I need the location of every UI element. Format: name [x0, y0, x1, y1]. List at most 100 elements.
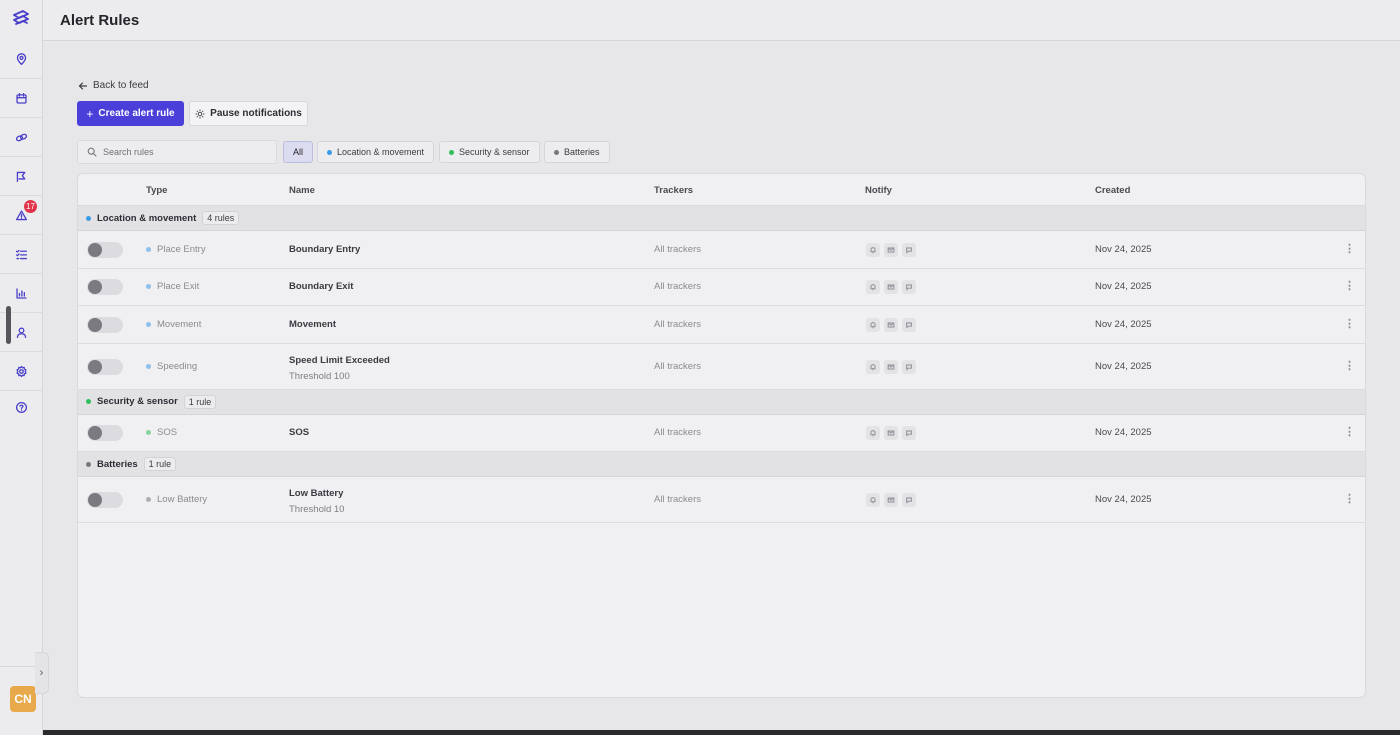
mail-icon [887, 284, 895, 290]
alert-rules-table: Type Name Trackers Notify Created Locati… [77, 173, 1366, 698]
search-input[interactable] [103, 147, 263, 157]
table-row[interactable]: Movement Movement All trackers Nov 24, 2025… [78, 306, 1365, 344]
notify-push[interactable] [866, 317, 880, 332]
rule-notify-channels [866, 317, 916, 332]
rule-notify-channels [866, 493, 916, 507]
rule-notify-channels [866, 426, 916, 441]
rule-notify-channels [866, 359, 916, 374]
notify-push[interactable] [866, 359, 880, 374]
row-more-menu-icon[interactable]: ⋮ [1344, 492, 1355, 505]
rule-name[interactable]: SOS [289, 427, 309, 438]
sidebar-collapse-button[interactable]: › [35, 652, 49, 694]
rule-enabled-toggle[interactable] [87, 279, 123, 296]
notify-email[interactable] [884, 359, 898, 374]
rule-enabled-toggle[interactable] [87, 241, 123, 258]
route-icon [16, 171, 26, 183]
rule-trackers: All trackers [654, 281, 701, 293]
filter-security-sensor[interactable]: Security & sensor [439, 141, 540, 163]
rule-name[interactable]: Movement [289, 319, 336, 330]
app-logo-icon[interactable] [9, 8, 33, 30]
notify-push[interactable] [866, 493, 880, 507]
chat-icon [906, 497, 912, 504]
filter-all[interactable]: All [283, 141, 314, 163]
bar-chart-icon [16, 288, 27, 299]
toggle-knob [88, 280, 102, 295]
toggle-knob [88, 242, 102, 257]
rule-type: Place Exit [146, 281, 199, 292]
row-more-menu-icon[interactable]: ⋮ [1344, 359, 1355, 372]
nav-tasks[interactable] [0, 236, 43, 274]
column-header-trackers[interactable]: Trackers [654, 185, 693, 196]
notify-sms[interactable] [902, 317, 916, 332]
rule-name-label: SOS [289, 427, 310, 439]
rule-type-label: Speeding [157, 360, 198, 372]
column-header-name[interactable]: Name [289, 185, 315, 196]
pause-notifications-button[interactable]: Pause notifications [189, 101, 308, 126]
search-box[interactable] [77, 140, 277, 164]
nav-help[interactable] [0, 388, 43, 426]
nav-alerts[interactable]: 17 [0, 197, 43, 235]
filter-batteries[interactable]: Batteries [544, 141, 610, 163]
nav-calendar[interactable] [0, 80, 43, 118]
notify-push[interactable] [866, 426, 880, 441]
rule-enabled-toggle[interactable] [87, 425, 123, 442]
table-row[interactable]: Place Entry Boundary Entry All trackers Nov… [78, 231, 1365, 269]
rule-name[interactable]: Low Battery Threshold 10 [289, 488, 344, 515]
notify-sms[interactable] [902, 280, 916, 295]
back-to-feed-link[interactable]: Back to feed [78, 80, 149, 91]
notify-email[interactable] [884, 280, 898, 295]
mail-icon [887, 497, 895, 503]
notify-email[interactable] [884, 426, 898, 441]
row-more-menu-icon[interactable]: ⋮ [1344, 425, 1355, 438]
page-title: Alert Rules [60, 12, 140, 29]
column-header-type[interactable]: Type [146, 185, 167, 196]
avatar[interactable]: CN [10, 686, 36, 712]
bell-icon [870, 321, 876, 329]
table-row[interactable]: SOS SOS All trackers Nov 24, 2025 ⋮ [78, 415, 1365, 452]
rule-enabled-toggle[interactable] [87, 492, 123, 508]
create-alert-rule-button[interactable]: + Create alert rule [77, 101, 184, 126]
filter-location-movement[interactable]: Location & movement [317, 141, 435, 163]
notify-sms[interactable] [902, 242, 916, 257]
rule-name[interactable]: Speed Limit Exceeded Threshold 100 [289, 355, 390, 382]
row-more-menu-icon[interactable]: ⋮ [1344, 242, 1355, 255]
rule-type: Movement [146, 319, 201, 330]
rule-name[interactable]: Boundary Entry [289, 244, 360, 255]
notify-sms[interactable] [902, 359, 916, 374]
notify-email[interactable] [884, 317, 898, 332]
table-row[interactable]: Speeding Speed Limit Exceeded Threshold 10… [78, 344, 1365, 390]
mail-icon [887, 247, 895, 253]
table-row[interactable]: Low Battery Low Battery Threshold 10 All tr… [78, 477, 1365, 523]
filter-security-label: Security & sensor [459, 147, 530, 157]
rule-type-label: Movement [157, 318, 202, 330]
rule-created-date: Nov 24, 2025 [1095, 427, 1152, 439]
rule-enabled-toggle[interactable] [87, 358, 123, 375]
nav-links[interactable] [0, 119, 43, 157]
user-icon [16, 327, 27, 339]
rule-type: Speeding [146, 361, 197, 372]
rule-name[interactable]: Boundary Exit [289, 281, 353, 292]
rule-enabled-toggle[interactable] [87, 316, 123, 333]
notify-sms[interactable] [902, 493, 916, 507]
notify-push[interactable] [866, 280, 880, 295]
column-header-created[interactable]: Created [1095, 185, 1130, 196]
notify-email[interactable] [884, 242, 898, 257]
nav-routes[interactable] [0, 158, 43, 196]
notify-push[interactable] [866, 242, 880, 257]
rule-created-date: Nov 24, 2025 [1095, 494, 1152, 505]
row-more-menu-icon[interactable]: ⋮ [1344, 279, 1355, 292]
notify-email[interactable] [884, 493, 898, 507]
notify-sms[interactable] [902, 426, 916, 441]
rule-type-label: Place Entry [157, 243, 206, 255]
group-count: 1 rule [183, 394, 217, 409]
location-dot [327, 149, 332, 155]
type-dot [146, 363, 151, 369]
help-circle-icon [15, 401, 28, 413]
nav-map[interactable] [0, 41, 43, 79]
nav-settings[interactable] [0, 353, 43, 391]
table-row[interactable]: Place Exit Boundary Exit All trackers Nov 2… [78, 269, 1365, 306]
row-more-menu-icon[interactable]: ⋮ [1344, 317, 1355, 330]
mail-icon [887, 322, 895, 328]
column-header-notify[interactable]: Notify [865, 185, 892, 196]
mail-icon [887, 430, 895, 436]
